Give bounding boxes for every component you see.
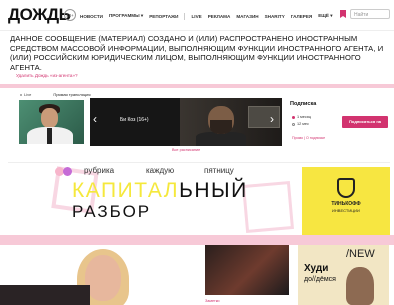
subscription-option-month[interactable]: 1 месяц (292, 115, 311, 119)
radio-icon (292, 115, 295, 119)
host-beard (210, 120, 232, 134)
tab-live-label: Live (24, 92, 32, 97)
nav-item-more[interactable]: ЕЩЁ ▾ (318, 13, 332, 19)
nav-item-sharity[interactable]: SHARITY (265, 14, 285, 19)
age-badge: 18+ (64, 9, 76, 21)
chevron-right-icon[interactable]: › (270, 113, 274, 125)
nav-item-shop[interactable]: МАГАЗИН (236, 14, 258, 19)
nav-item-news[interactable]: НОВОСТИ (80, 14, 103, 19)
search-input[interactable]: Найти (350, 9, 390, 19)
tab-live[interactable]: Live (20, 92, 31, 97)
card-label: Заметки (205, 299, 220, 303)
sponsor-subtitle: ИНВЕСТИЦИИ (332, 208, 360, 213)
video-player[interactable]: Би Коз (16+) (90, 98, 282, 146)
foreign-agent-notice: ДАННОЕ СООБЩЕНИЕ (МАТЕРИАЛ) СОЗДАНО И (И… (10, 34, 384, 72)
guest-thumbnail[interactable] (19, 100, 84, 144)
chevron-left-icon[interactable]: ‹ (93, 113, 97, 125)
nav-item-live[interactable]: LIVE (191, 14, 201, 19)
notice-link[interactable]: Удалить Дождь «из-агента»? (16, 73, 78, 78)
subscription-option-label: 12 мес (297, 122, 309, 126)
tab-broadcast[interactable]: Прямая трансляция (53, 92, 90, 97)
live-tabs: Live Прямая трансляция (20, 92, 113, 97)
news-card[interactable]: /NEW Худи до//дёмся (298, 245, 389, 305)
subscription-links[interactable]: Промо | О подписке (292, 136, 325, 140)
card-new-tag: /NEW (346, 248, 375, 260)
promo-title-rest: ЬНЫЙ (179, 179, 248, 202)
video-title: Би Коз (16+) (120, 117, 149, 123)
studio-screen (248, 106, 280, 128)
logo[interactable]: ДОЖДЬ (8, 5, 71, 25)
news-card[interactable]: Заметки (205, 245, 289, 305)
subscribe-button[interactable]: Подписаться на Дождь (342, 116, 388, 136)
live-dot-icon (20, 94, 22, 96)
main-nav: НОВОСТИ ПРОГРАММЫ ▾ РЕПОРТАЖИ LIVE РЕКЛА… (80, 12, 339, 20)
sponsor-shield-icon (337, 178, 355, 198)
guest-face (41, 108, 58, 128)
promo-title: КАПИТАЛЬНЫЙ (72, 179, 248, 203)
card-image (205, 245, 289, 295)
subscription-panel: Подписка 1 месяц 12 мес Подписаться на Д… (290, 98, 390, 146)
guest-tie (47, 128, 52, 144)
site-header: ДОЖДЬ 18+ НОВОСТИ ПРОГРАММЫ ▾ РЕПОРТАЖИ … (0, 0, 394, 31)
promo-word: каждую (146, 166, 175, 175)
subscription-option-label: 1 месяц (297, 115, 312, 119)
card-image (298, 245, 389, 305)
divider (0, 235, 394, 245)
card-image-overlay (0, 285, 90, 305)
promo-word: рубрика (84, 166, 115, 175)
card-portrait-face (85, 255, 121, 301)
host-jacket (196, 132, 246, 146)
nav-divider (184, 12, 186, 20)
card-portrait (346, 267, 374, 305)
nav-item-reports[interactable]: РЕПОРТАЖИ (149, 14, 178, 19)
page: ДОЖДЬ 18+ НОВОСТИ ПРОГРАММЫ ▾ РЕПОРТАЖИ … (0, 0, 394, 305)
sponsor-block[interactable]: ТИНЬКОФФ ИНВЕСТИЦИИ (302, 167, 390, 236)
decor-dot (63, 167, 72, 176)
promo-word: пятницу (204, 166, 234, 175)
subscription-title: Подписка (290, 101, 317, 107)
promo-banner[interactable]: рубрика каждую пятницу КАПИТАЛЬНЫЙ РАЗБО… (8, 162, 390, 236)
radio-icon (292, 122, 295, 126)
card-title: Худи (304, 263, 329, 274)
all-broadcasts-link[interactable]: Все расписание (172, 148, 200, 152)
subscription-option-year[interactable]: 12 мес (292, 122, 309, 126)
sponsor-name: ТИНЬКОФФ (331, 201, 361, 207)
promo-subtitle: РАЗБОР (72, 202, 152, 221)
nav-item-programs[interactable]: ПРОГРАММЫ ▾ (109, 13, 143, 19)
nav-item-ads[interactable]: РЕКЛАМА (208, 14, 231, 19)
bookmark-icon[interactable] (340, 10, 346, 18)
decor-square (241, 180, 295, 234)
nav-item-gallery[interactable]: ГАЛЕРЕЯ (291, 14, 312, 19)
promo-title-highlight: КАПИТАЛ (72, 179, 180, 202)
card-subtitle: до//дёмся (304, 276, 336, 283)
